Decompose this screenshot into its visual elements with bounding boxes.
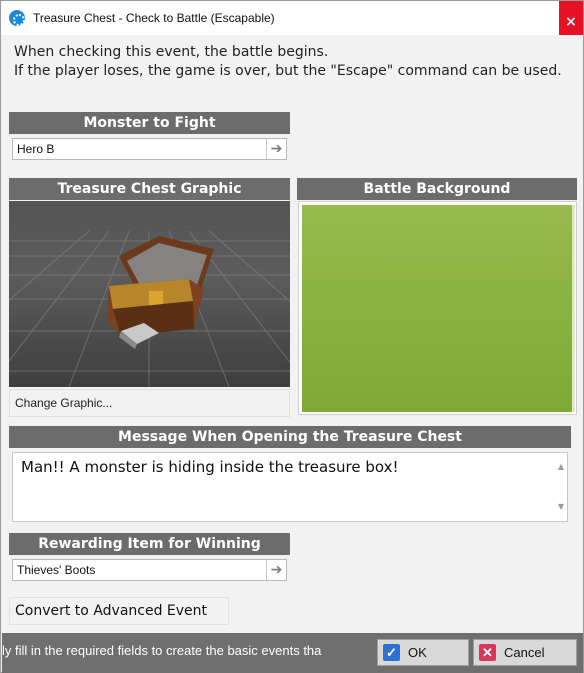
graphic-header: Treasure Chest Graphic	[9, 178, 290, 200]
message-header: Message When Opening the Treasure Chest	[9, 426, 571, 448]
monster-header: Monster to Fight	[9, 112, 290, 134]
description-line-2: If the player loses, the game is over, b…	[14, 63, 562, 79]
dialog-window: Treasure Chest - Check to Battle (Escapa…	[0, 0, 584, 673]
scroll-down-icon[interactable]: ▼	[558, 496, 564, 518]
monster-select[interactable]: Hero B ➔	[12, 138, 287, 160]
arrow-right-icon[interactable]: ➔	[266, 139, 286, 159]
x-icon: ✕	[479, 644, 496, 661]
footer-hint-text: ly fill in the required fields to create…	[2, 643, 322, 658]
battle-background-header: Battle Background	[297, 178, 577, 200]
ok-label: OK	[408, 645, 427, 660]
cancel-label: Cancel	[504, 645, 545, 660]
battle-background-image	[302, 205, 573, 412]
reward-select[interactable]: Thieves' Boots ➔	[12, 559, 287, 581]
reward-value: Thieves' Boots	[17, 563, 96, 577]
check-icon: ✓	[383, 644, 400, 661]
battle-background-preview[interactable]	[298, 201, 577, 415]
footer-hint: ly fill in the required fields to create…	[2, 643, 371, 663]
treasure-chest-image	[9, 230, 290, 387]
ok-button[interactable]: ✓ OK	[377, 639, 469, 666]
monster-value: Hero B	[17, 142, 55, 156]
change-graphic-button[interactable]: Change Graphic...	[9, 389, 290, 417]
chest-graphic-preview[interactable]	[9, 201, 290, 387]
description: When checking this event, the battle beg…	[14, 43, 574, 81]
title-bar[interactable]: Treasure Chest - Check to Battle (Escapa…	[1, 1, 583, 35]
description-line-1: When checking this event, the battle beg…	[14, 44, 329, 60]
arrow-right-icon[interactable]: ➔	[266, 560, 286, 580]
convert-advanced-button[interactable]: Convert to Advanced Event	[9, 597, 229, 625]
message-textarea[interactable]: Man!! A monster is hiding inside the tre…	[12, 452, 568, 522]
app-icon	[9, 10, 25, 26]
battle-background-edge	[572, 205, 575, 412]
reward-header: Rewarding Item for Winning	[9, 533, 290, 555]
message-text: Man!! A monster is hiding inside the tre…	[21, 458, 399, 476]
scroll-up-icon[interactable]: ▲	[558, 456, 564, 478]
close-button[interactable]: ×	[559, 1, 583, 35]
cancel-button[interactable]: ✕ Cancel	[473, 639, 577, 666]
window-title: Treasure Chest - Check to Battle (Escapa…	[33, 11, 275, 25]
